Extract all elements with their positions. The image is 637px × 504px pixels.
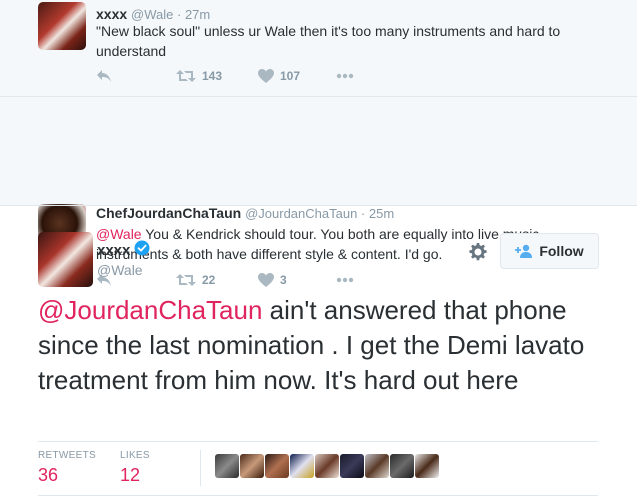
reply-icon [97,70,111,82]
retweet-count: 143 [202,69,223,83]
like-count: 3 [280,273,287,287]
timestamp[interactable]: 25m [369,206,394,221]
retweet-count: 22 [202,273,216,287]
more-button[interactable] [336,66,354,86]
follow-label: Follow [539,243,584,259]
liker-avatar[interactable] [265,454,289,478]
liker-avatar[interactable] [390,454,414,478]
stats-separator [200,450,201,486]
retweets-stat[interactable]: RETWEETS 36 [38,450,96,486]
tweet-actions: 22 3 [96,270,456,290]
liker-avatar[interactable] [315,454,339,478]
mention-link[interactable]: @JourdanChaTaun [38,295,262,325]
thread-tweet[interactable]: xxxx @Wale · 27m "New black soul" unless… [0,0,637,97]
thread-tweet[interactable]: ChefJourdanChaTaun @JourdanChaTaun · 25m… [0,98,637,287]
liker-avatar[interactable] [240,454,264,478]
liker-avatar[interactable] [340,454,364,478]
reply-button[interactable] [96,66,112,86]
like-count: 107 [280,69,301,83]
conversation-thread: xxxx @Wale · 27m "New black soul" unless… [0,0,637,287]
time-separator: · [173,7,185,22]
gear-icon [469,243,487,261]
user-handle[interactable]: @Wale [97,262,143,278]
user-name[interactable]: xxxx [96,6,127,22]
user-name[interactable]: ChefJourdanChaTaun [96,205,241,221]
avatar[interactable] [38,232,93,287]
retweet-icon [176,70,196,82]
main-user-name[interactable]: xxxx [97,240,150,260]
verified-badge-icon [134,240,150,260]
follow-icon [515,244,533,258]
time-separator: · [357,206,369,221]
like-button[interactable]: 107 [258,66,300,86]
more-icon [336,73,354,79]
liker-avatar[interactable] [215,454,239,478]
retweet-icon [176,274,196,286]
liker-avatar[interactable] [365,454,389,478]
retweet-button[interactable]: 22 [176,270,215,290]
main-tweet-text: @JourdanChaTaun ain't answered that phon… [38,293,608,398]
liker-avatar[interactable] [415,454,439,478]
retweet-button[interactable]: 143 [176,66,222,86]
timestamp[interactable]: 27m [185,7,210,22]
user-handle[interactable]: @Wale [131,7,173,22]
stat-value: 12 [120,465,141,485]
stat-value: 36 [38,465,59,485]
heart-icon [258,69,274,83]
tweet-header: ChefJourdanChaTaun @JourdanChaTaun · 25m [96,205,394,221]
tweet-text: "New black soul" unless ur Wale then it'… [96,23,561,59]
likers-avatars [215,454,440,478]
liker-avatar[interactable] [290,454,314,478]
user-handle[interactable]: @JourdanChaTaun [245,206,357,221]
stat-label: LIKES [120,450,150,461]
heart-icon [258,273,274,287]
like-button[interactable]: 3 [258,270,287,290]
section-divider [0,205,637,206]
stat-label: RETWEETS [38,450,96,461]
avatar[interactable] [38,2,86,50]
more-button[interactable] [336,270,354,290]
user-actions-button[interactable] [468,242,488,262]
tweet-actions: 143 107 [96,66,456,86]
more-icon [336,277,354,283]
tweet-header: xxxx @Wale · 27m [96,6,210,22]
follow-button[interactable]: Follow [500,233,599,269]
stats-divider [38,441,598,442]
user-name[interactable]: xxxx [97,242,130,259]
likes-stat[interactable]: LIKES 12 [120,450,150,486]
stats-divider [38,495,598,496]
